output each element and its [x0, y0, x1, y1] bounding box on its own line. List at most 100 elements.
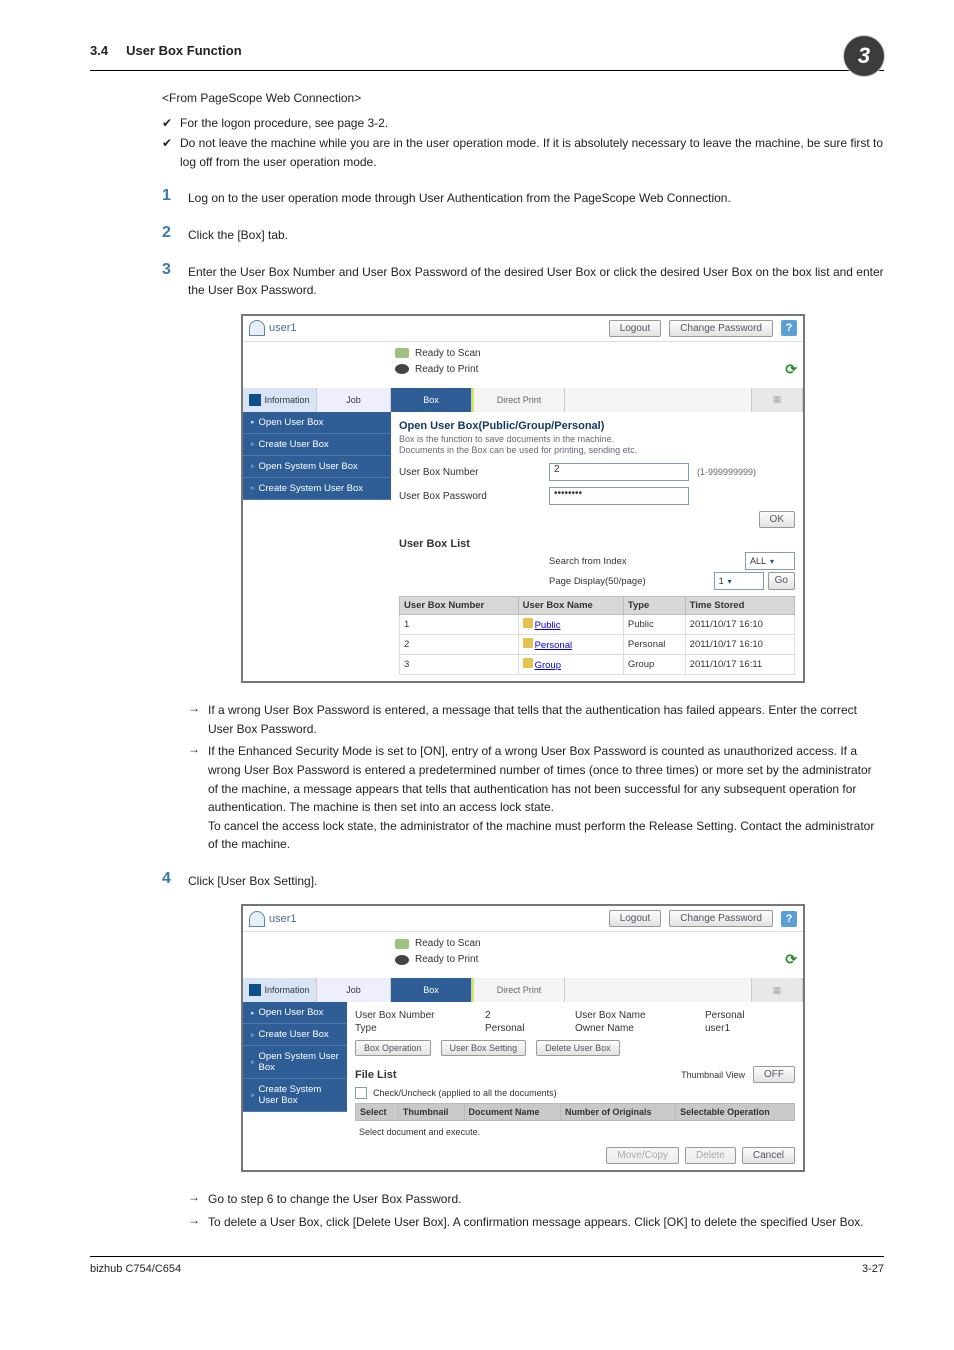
type-value: Personal [485, 1023, 575, 1034]
page-footer: bizhub C754/C654 3-27 [90, 1256, 884, 1275]
footer-left: bizhub C754/C654 [90, 1263, 181, 1275]
footer-right: 3-27 [862, 1263, 884, 1275]
tab-information[interactable]: Information [243, 388, 317, 412]
thumbnail-off-button[interactable]: OFF [753, 1066, 795, 1083]
check-all-checkbox[interactable] [355, 1087, 367, 1099]
box-link[interactable]: Group [535, 660, 561, 671]
scanner-status-icon [395, 939, 409, 949]
info-icon [249, 394, 261, 406]
username-label: user1 [269, 322, 297, 334]
side-open-system-user-box[interactable]: ▹Open System User Box [243, 456, 391, 478]
fh-select: Select [356, 1104, 399, 1121]
from-line: <From PageScope Web Connection> [162, 89, 884, 108]
page-display-label: Page Display(50/page) [549, 576, 646, 587]
ub-number-value: 2 [485, 1010, 575, 1021]
intro-bullet-1: For the logon procedure, see page 3-2. [180, 114, 884, 133]
side-create-system-user-box[interactable]: ▹Create System User Box [243, 1079, 347, 1112]
step4-arrow-2: To delete a User Box, click [Delete User… [208, 1213, 884, 1232]
page-select[interactable]: 1▾ [714, 572, 764, 590]
arrow-icon: → [188, 742, 208, 756]
thumbnail-view-label: Thumbnail View [681, 1070, 745, 1080]
arrow-icon: → [188, 701, 208, 715]
tab-job[interactable]: Job [317, 388, 391, 412]
username-label: user1 [269, 913, 297, 925]
search-from-index-label: Search from Index [549, 556, 627, 567]
step-text-1: Log on to the user operation mode throug… [188, 187, 884, 208]
box-link[interactable]: Personal [535, 640, 573, 651]
step3-arrow-2b: To cancel the access lock state, the adm… [208, 819, 874, 852]
open-user-box-desc-2: Documents in the Box can be used for pri… [399, 445, 795, 457]
help-icon[interactable]: ? [781, 320, 797, 336]
th-type: Type [623, 597, 685, 615]
tab-box[interactable]: Box [391, 388, 472, 412]
step-number-3: 3 [162, 261, 188, 279]
step3-arrow-1: If a wrong User Box Password is entered,… [208, 701, 884, 738]
printer-status-icon [395, 364, 409, 374]
ready-scan: Ready to Scan [415, 348, 481, 359]
th-time: Time Stored [685, 597, 794, 615]
side-open-user-box[interactable]: ▸Open User Box [243, 412, 391, 434]
owner-label: Owner Name [575, 1023, 705, 1034]
fh-operation: Selectable Operation [676, 1104, 795, 1121]
screenshot-2: user1 Logout Change Password ? Ready to … [241, 904, 805, 1172]
ok-button[interactable]: OK [759, 511, 795, 528]
user-box-number-input[interactable]: 2 [549, 463, 689, 481]
help-icon[interactable]: ? [781, 911, 797, 927]
exec-note: Select document and execute. [359, 1127, 795, 1137]
chapter-badge: 3 [844, 36, 884, 76]
check-all-label: Check/Uncheck (applied to all the docume… [373, 1088, 557, 1098]
user-box-setting-button[interactable]: User Box Setting [441, 1040, 527, 1056]
move-copy-button[interactable]: Move/Copy [606, 1147, 679, 1164]
section-number: 3.4 [90, 43, 108, 58]
side-open-system-user-box[interactable]: ▹Open System User Box [243, 1046, 347, 1079]
cancel-button[interactable]: Cancel [742, 1147, 795, 1164]
table-row: 1 Public Public 2011/10/17 16:10 [400, 615, 795, 635]
step-number-4: 4 [162, 870, 188, 888]
info-icon [249, 984, 261, 996]
side-open-user-box[interactable]: ▸Open User Box [243, 1002, 347, 1024]
box-operation-button[interactable]: Box Operation [355, 1040, 431, 1056]
side-create-user-box[interactable]: ▹Create User Box [243, 1024, 347, 1046]
go-button[interactable]: Go [768, 572, 795, 590]
side-create-user-box[interactable]: ▹Create User Box [243, 434, 391, 456]
user-box-password-label: User Box Password [399, 491, 549, 502]
tab-information[interactable]: Information [243, 978, 317, 1002]
user-box-list-title: User Box List [399, 538, 795, 550]
step-number-1: 1 [162, 187, 188, 205]
table-row: 3 Group Group 2011/10/17 16:11 [400, 655, 795, 675]
user-box-password-input[interactable]: •••••••• [549, 487, 689, 505]
tab-job[interactable]: Job [317, 978, 391, 1002]
tab-spacer [565, 978, 752, 1002]
side-create-system-user-box[interactable]: ▹Create System User Box [243, 478, 391, 500]
tab-spacer [565, 388, 752, 412]
user-icon [249, 911, 265, 927]
arrow-icon: → [188, 1190, 208, 1204]
tab-box[interactable]: Box [391, 978, 472, 1002]
search-index-select[interactable]: ALL▾ [745, 552, 795, 570]
change-password-button[interactable]: Change Password [669, 910, 773, 927]
change-password-button[interactable]: Change Password [669, 320, 773, 337]
tab-end-icon: ▦ [752, 388, 803, 412]
box-link[interactable]: Public [535, 620, 561, 631]
printer-status-icon [395, 955, 409, 965]
logout-button[interactable]: Logout [609, 320, 662, 337]
box-icon [523, 638, 533, 648]
box-icon [523, 618, 533, 628]
tab-direct-print[interactable]: Direct Print [472, 388, 565, 412]
delete-button[interactable]: Delete [685, 1147, 736, 1164]
user-icon [249, 320, 265, 336]
step-text-3: Enter the User Box Number and User Box P… [188, 261, 884, 300]
sidebar: ▸Open User Box ▹Create User Box ▹Open Sy… [243, 412, 391, 681]
step-text-2: Click the [Box] tab. [188, 224, 884, 245]
user-box-number-label: User Box Number [399, 467, 549, 478]
logout-button[interactable]: Logout [609, 910, 662, 927]
tab-end-icon: ▦ [752, 978, 803, 1002]
check-icon: ✔ [162, 114, 180, 133]
refresh-icon[interactable]: ⟳ [785, 361, 797, 378]
sidebar: ▸Open User Box ▹Create User Box ▹Open Sy… [243, 1002, 347, 1170]
fh-originals: Number of Originals [561, 1104, 676, 1121]
tab-direct-print[interactable]: Direct Print [472, 978, 565, 1002]
refresh-icon[interactable]: ⟳ [785, 951, 797, 968]
step-text-4: Click [User Box Setting]. [188, 870, 884, 891]
delete-user-box-button[interactable]: Delete User Box [536, 1040, 620, 1056]
